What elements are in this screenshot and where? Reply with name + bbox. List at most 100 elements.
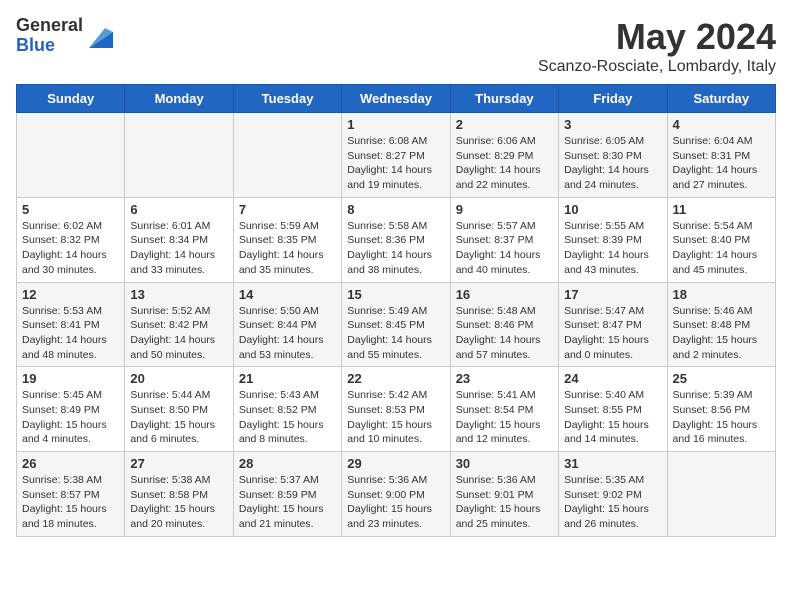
day-info: Sunrise: 5:47 AM Sunset: 8:47 PM Dayligh… <box>564 304 661 363</box>
calendar-cell: 7 Sunrise: 5:59 AM Sunset: 8:35 PM Daylig… <box>233 197 341 282</box>
day-number: 27 <box>130 456 227 471</box>
day-number: 31 <box>564 456 661 471</box>
day-info: Sunrise: 6:04 AM Sunset: 8:31 PM Dayligh… <box>673 134 770 193</box>
calendar-cell: 14 Sunrise: 5:50 AM Sunset: 8:44 PM Dayli… <box>233 282 341 367</box>
day-number: 20 <box>130 371 227 386</box>
day-number: 3 <box>564 117 661 132</box>
page-header: General Blue May 2024 Scanzo-Rosciate, L… <box>16 16 776 76</box>
day-info: Sunrise: 5:53 AM Sunset: 8:41 PM Dayligh… <box>22 304 119 363</box>
calendar-cell: 9 Sunrise: 5:57 AM Sunset: 8:37 PM Daylig… <box>450 197 558 282</box>
day-info: Sunrise: 5:42 AM Sunset: 8:53 PM Dayligh… <box>347 388 444 447</box>
title-section: May 2024 Scanzo-Rosciate, Lombardy, Ital… <box>538 16 776 76</box>
month-title: May 2024 <box>538 16 776 58</box>
calendar-cell: 12 Sunrise: 5:53 AM Sunset: 8:41 PM Dayli… <box>17 282 125 367</box>
calendar-cell: 23 Sunrise: 5:41 AM Sunset: 8:54 PM Dayli… <box>450 367 558 452</box>
day-number: 24 <box>564 371 661 386</box>
day-header-tuesday: Tuesday <box>233 85 341 113</box>
day-number: 12 <box>22 287 119 302</box>
day-info: Sunrise: 5:58 AM Sunset: 8:36 PM Dayligh… <box>347 219 444 278</box>
day-info: Sunrise: 5:57 AM Sunset: 8:37 PM Dayligh… <box>456 219 553 278</box>
calendar-cell: 26Sunrise: 5:38 AM Sunset: 8:57 PM Dayli… <box>17 452 125 537</box>
day-info: Sunrise: 6:01 AM Sunset: 8:34 PM Dayligh… <box>130 219 227 278</box>
calendar-body: 1 Sunrise: 6:08 AM Sunset: 8:27 PM Daylig… <box>17 113 776 537</box>
calendar-cell <box>233 113 341 198</box>
day-number: 22 <box>347 371 444 386</box>
day-number: 14 <box>239 287 336 302</box>
calendar-cell <box>17 113 125 198</box>
calendar-cell: 19 Sunrise: 5:45 AM Sunset: 8:49 PM Dayli… <box>17 367 125 452</box>
day-header-friday: Friday <box>559 85 667 113</box>
day-info: Sunrise: 5:50 AM Sunset: 8:44 PM Dayligh… <box>239 304 336 363</box>
day-number: 30 <box>456 456 553 471</box>
day-info: Sunrise: 5:48 AM Sunset: 8:46 PM Dayligh… <box>456 304 553 363</box>
calendar-cell: 15 Sunrise: 5:49 AM Sunset: 8:45 PM Dayli… <box>342 282 450 367</box>
calendar-cell: 5 Sunrise: 6:02 AM Sunset: 8:32 PM Daylig… <box>17 197 125 282</box>
calendar-header-row: SundayMondayTuesdayWednesdayThursdayFrid… <box>17 85 776 113</box>
day-number: 23 <box>456 371 553 386</box>
calendar-cell: 4Sunrise: 6:04 AM Sunset: 8:31 PM Daylig… <box>667 113 775 198</box>
day-info: Sunrise: 5:45 AM Sunset: 8:49 PM Dayligh… <box>22 388 119 447</box>
calendar-cell: 6Sunrise: 6:01 AM Sunset: 8:34 PM Daylig… <box>125 197 233 282</box>
calendar-cell: 2 Sunrise: 6:06 AM Sunset: 8:29 PM Daylig… <box>450 113 558 198</box>
calendar-cell: 21 Sunrise: 5:43 AM Sunset: 8:52 PM Dayli… <box>233 367 341 452</box>
logo-blue: Blue <box>16 36 83 56</box>
logo-icon <box>85 24 113 52</box>
day-number: 17 <box>564 287 661 302</box>
day-number: 10 <box>564 202 661 217</box>
calendar-cell: 17 Sunrise: 5:47 AM Sunset: 8:47 PM Dayli… <box>559 282 667 367</box>
day-info: Sunrise: 5:54 AM Sunset: 8:40 PM Dayligh… <box>673 219 770 278</box>
calendar-cell: 10 Sunrise: 5:55 AM Sunset: 8:39 PM Dayli… <box>559 197 667 282</box>
day-info: Sunrise: 5:52 AM Sunset: 8:42 PM Dayligh… <box>130 304 227 363</box>
day-header-wednesday: Wednesday <box>342 85 450 113</box>
day-info: Sunrise: 5:55 AM Sunset: 8:39 PM Dayligh… <box>564 219 661 278</box>
calendar-cell: 24 Sunrise: 5:40 AM Sunset: 8:55 PM Dayli… <box>559 367 667 452</box>
day-info: Sunrise: 5:49 AM Sunset: 8:45 PM Dayligh… <box>347 304 444 363</box>
day-info: Sunrise: 6:05 AM Sunset: 8:30 PM Dayligh… <box>564 134 661 193</box>
calendar-cell: 22 Sunrise: 5:42 AM Sunset: 8:53 PM Dayli… <box>342 367 450 452</box>
calendar-week-2: 5 Sunrise: 6:02 AM Sunset: 8:32 PM Daylig… <box>17 197 776 282</box>
calendar-cell <box>125 113 233 198</box>
day-number: 2 <box>456 117 553 132</box>
day-number: 19 <box>22 371 119 386</box>
day-number: 7 <box>239 202 336 217</box>
day-info: Sunrise: 5:35 AM Sunset: 9:02 PM Dayligh… <box>564 473 661 532</box>
day-info: Sunrise: 5:38 AM Sunset: 8:57 PM Dayligh… <box>22 473 119 532</box>
calendar-week-3: 12 Sunrise: 5:53 AM Sunset: 8:41 PM Dayli… <box>17 282 776 367</box>
calendar-cell: 1 Sunrise: 6:08 AM Sunset: 8:27 PM Daylig… <box>342 113 450 198</box>
day-number: 5 <box>22 202 119 217</box>
day-number: 9 <box>456 202 553 217</box>
calendar-cell: 28Sunrise: 5:37 AM Sunset: 8:59 PM Dayli… <box>233 452 341 537</box>
calendar-cell <box>667 452 775 537</box>
day-number: 25 <box>673 371 770 386</box>
day-info: Sunrise: 5:36 AM Sunset: 9:00 PM Dayligh… <box>347 473 444 532</box>
day-number: 13 <box>130 287 227 302</box>
calendar-cell: 29 Sunrise: 5:36 AM Sunset: 9:00 PM Dayli… <box>342 452 450 537</box>
calendar-cell: 30Sunrise: 5:36 AM Sunset: 9:01 PM Dayli… <box>450 452 558 537</box>
day-info: Sunrise: 5:40 AM Sunset: 8:55 PM Dayligh… <box>564 388 661 447</box>
day-number: 15 <box>347 287 444 302</box>
calendar-cell: 16Sunrise: 5:48 AM Sunset: 8:46 PM Dayli… <box>450 282 558 367</box>
day-info: Sunrise: 6:06 AM Sunset: 8:29 PM Dayligh… <box>456 134 553 193</box>
calendar-week-5: 26Sunrise: 5:38 AM Sunset: 8:57 PM Dayli… <box>17 452 776 537</box>
calendar-cell: 11Sunrise: 5:54 AM Sunset: 8:40 PM Dayli… <box>667 197 775 282</box>
day-number: 29 <box>347 456 444 471</box>
calendar-table: SundayMondayTuesdayWednesdayThursdayFrid… <box>16 84 776 537</box>
calendar-cell: 25Sunrise: 5:39 AM Sunset: 8:56 PM Dayli… <box>667 367 775 452</box>
day-info: Sunrise: 5:46 AM Sunset: 8:48 PM Dayligh… <box>673 304 770 363</box>
day-info: Sunrise: 6:08 AM Sunset: 8:27 PM Dayligh… <box>347 134 444 193</box>
day-info: Sunrise: 5:43 AM Sunset: 8:52 PM Dayligh… <box>239 388 336 447</box>
calendar-cell: 31 Sunrise: 5:35 AM Sunset: 9:02 PM Dayli… <box>559 452 667 537</box>
calendar-cell: 3 Sunrise: 6:05 AM Sunset: 8:30 PM Daylig… <box>559 113 667 198</box>
day-info: Sunrise: 5:44 AM Sunset: 8:50 PM Dayligh… <box>130 388 227 447</box>
day-info: Sunrise: 5:59 AM Sunset: 8:35 PM Dayligh… <box>239 219 336 278</box>
day-header-monday: Monday <box>125 85 233 113</box>
logo: General Blue <box>16 16 113 56</box>
day-info: Sunrise: 5:41 AM Sunset: 8:54 PM Dayligh… <box>456 388 553 447</box>
day-info: Sunrise: 6:02 AM Sunset: 8:32 PM Dayligh… <box>22 219 119 278</box>
day-number: 1 <box>347 117 444 132</box>
day-info: Sunrise: 5:38 AM Sunset: 8:58 PM Dayligh… <box>130 473 227 532</box>
day-number: 21 <box>239 371 336 386</box>
calendar-week-4: 19 Sunrise: 5:45 AM Sunset: 8:49 PM Dayli… <box>17 367 776 452</box>
calendar-week-1: 1 Sunrise: 6:08 AM Sunset: 8:27 PM Daylig… <box>17 113 776 198</box>
day-header-sunday: Sunday <box>17 85 125 113</box>
